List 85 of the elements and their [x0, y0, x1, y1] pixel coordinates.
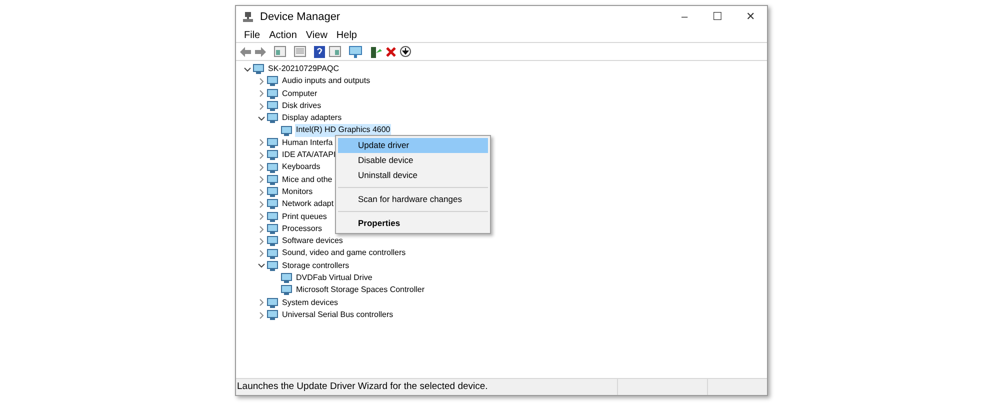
expand-chevron-icon[interactable] — [258, 188, 264, 196]
tree-item[interactable]: Storage controllers — [281, 260, 350, 272]
help-icon[interactable] — [314, 46, 325, 58]
context-menu-item[interactable]: Disable device — [338, 153, 488, 168]
tree-item[interactable]: System devices — [281, 296, 340, 309]
window-title: Device Manager — [260, 10, 340, 25]
device-icon — [267, 150, 278, 160]
device-icon — [267, 101, 278, 112]
collapse-chevron-icon[interactable] — [258, 262, 264, 270]
menu-item[interactable]: View — [302, 28, 332, 42]
status-text: Launches the Update Driver Wizard for the selected device. — [236, 380, 488, 394]
expand-chevron-icon[interactable] — [258, 200, 264, 208]
tree-item[interactable]: Processors — [281, 222, 324, 236]
context-menu-item[interactable]: Uninstall device — [338, 168, 488, 183]
device-icon — [253, 64, 264, 74]
tree-item[interactable]: Universal Serial Bus controllers — [281, 308, 394, 322]
device-icon — [267, 224, 278, 234]
tree-item[interactable]: Mice and othe — [281, 174, 334, 186]
device-icon — [267, 310, 278, 320]
expand-chevron-icon[interactable] — [258, 102, 264, 110]
device-icon — [267, 174, 278, 185]
device-icon — [281, 273, 292, 284]
device-icon — [281, 285, 292, 296]
tree-item[interactable]: DVDFab Virtual Drive — [295, 272, 374, 284]
back-arrow-icon[interactable] — [240, 46, 251, 56]
tree-item[interactable]: Monitors — [281, 186, 314, 198]
add-driver-icon[interactable] — [370, 46, 382, 58]
device-icon — [267, 162, 278, 173]
device-icon — [267, 260, 278, 271]
tree-item[interactable]: Computer — [281, 88, 318, 100]
device-icon — [267, 236, 278, 246]
tree-item[interactable]: Network adapt — [281, 198, 335, 211]
context-menu-item[interactable]: Scan for hardware changes — [338, 192, 488, 207]
delete-icon[interactable] — [386, 46, 396, 56]
collapse-chevron-icon[interactable] — [258, 114, 264, 122]
tree-item[interactable]: Display adapters — [281, 112, 343, 124]
expand-chevron-icon[interactable] — [258, 176, 264, 184]
computer-icon — [242, 11, 254, 23]
device-icon — [267, 199, 278, 210]
download-icon[interactable] — [400, 46, 411, 57]
tree-item[interactable]: Print queues — [281, 210, 328, 223]
device-icon — [267, 138, 278, 148]
close-button[interactable]: ✕ — [734, 6, 767, 28]
expand-chevron-icon[interactable] — [258, 238, 264, 245]
collapse-chevron-icon[interactable] — [244, 66, 250, 73]
device-icon — [267, 76, 278, 86]
expand-chevron-icon[interactable] — [258, 250, 264, 258]
tree-item[interactable]: Keyboards — [281, 161, 322, 174]
expand-chevron-icon[interactable] — [258, 312, 264, 319]
device-icon — [267, 248, 278, 259]
device-icon — [267, 212, 278, 222]
expand-chevron-icon[interactable] — [258, 164, 264, 172]
minimize-button[interactable]: – — [668, 6, 701, 28]
maximize-button[interactable]: ☐ — [701, 6, 734, 28]
tree-item[interactable]: SK-20210729PAQC — [267, 63, 340, 76]
context-menu-item[interactable]: Properties — [338, 216, 488, 231]
expand-chevron-icon[interactable] — [258, 90, 264, 98]
tree-item[interactable]: Disk drives — [281, 100, 322, 112]
tree-item[interactable]: Intel(R) HD Graphics 4600 — [295, 124, 392, 137]
expand-chevron-icon[interactable] — [258, 226, 264, 232]
tree-item[interactable]: Audio inputs and outputs — [281, 75, 372, 88]
menu-item[interactable]: File — [240, 28, 264, 42]
context-menu-item[interactable]: Update driver — [338, 138, 488, 153]
panel-icon[interactable] — [274, 46, 286, 57]
device-icon — [267, 298, 278, 308]
expand-chevron-icon[interactable] — [258, 78, 264, 85]
menu-item[interactable]: Help — [332, 28, 361, 42]
forward-arrow-icon[interactable] — [255, 46, 266, 56]
tree-item[interactable]: Software devices — [281, 235, 344, 248]
tree-item[interactable]: IDE ATA/ATAPI — [281, 149, 337, 162]
panel-icon[interactable] — [329, 46, 341, 57]
tree-item[interactable]: Human Interfa — [281, 136, 334, 150]
device-icon — [267, 187, 278, 198]
device-icon — [267, 113, 278, 124]
device-icon — [281, 126, 292, 136]
expand-chevron-icon[interactable] — [258, 139, 264, 146]
tree-item[interactable]: Sound, video and game controllers — [281, 247, 407, 260]
monitor-icon[interactable] — [349, 46, 362, 58]
device-icon — [267, 88, 278, 99]
expand-chevron-icon[interactable] — [258, 299, 264, 306]
expand-chevron-icon[interactable] — [258, 152, 264, 159]
menu-item[interactable]: Action — [265, 28, 301, 42]
expand-chevron-icon[interactable] — [258, 213, 264, 220]
tree-item[interactable]: Microsoft Storage Spaces Controller — [295, 284, 426, 297]
properties-icon[interactable] — [294, 46, 306, 57]
